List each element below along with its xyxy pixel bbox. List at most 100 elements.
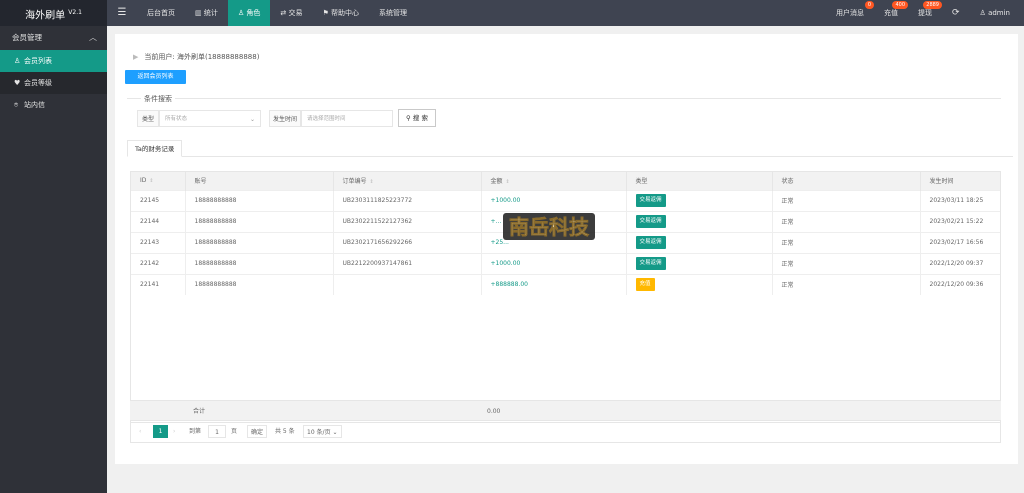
sidebar-item-member-level[interactable]: ♥ 会员等级 (0, 72, 107, 94)
sidebar: 会员管理 ︿ ♙ 会员列表 ♥ 会员等级 ⌾ 站内信 (0, 26, 107, 493)
tab-bar: Ta的财务记录 (127, 140, 1013, 157)
withdraw[interactable]: 提现 2889 (908, 0, 942, 26)
search-fieldset: 条件搜索 类型 所有状态 ⌄ 发生时间 请选择范围时间 ⚲ 搜 索 (127, 94, 1001, 130)
cell-account: 18888888888 (185, 210, 334, 232)
cell-time: 2022/12/20 09:37 (920, 252, 1000, 274)
tab-finance-records[interactable]: Ta的财务记录 (127, 140, 183, 157)
chevron-down-icon: ⌄ (249, 116, 255, 123)
sidebar-item-member-list[interactable]: ♙ 会员列表 (0, 50, 107, 72)
goto-page-input[interactable]: 1 (208, 425, 226, 438)
goto-label: 到第 (189, 428, 202, 435)
recharge[interactable]: 充值 400 (874, 0, 908, 26)
type-tag: 交易返佣 (635, 236, 666, 249)
nav-home-label: 后台首页 (147, 9, 175, 17)
cell-status: 正常 (772, 252, 921, 274)
col-status: 状态 (772, 172, 921, 190)
goto-confirm-button[interactable]: 确定 (247, 425, 268, 438)
cell-time: 2023/02/17 16:56 (920, 231, 1000, 253)
cell-status: 正常 (772, 231, 921, 253)
cell-account: 18888888888 (185, 252, 334, 274)
type-tag: 充值 (635, 278, 655, 292)
cell-order: UB2302171656292266 (333, 231, 482, 253)
cell-status: 正常 (772, 210, 921, 232)
time-range-input[interactable]: 请选择范围时间 (301, 110, 393, 127)
col-type: 类型 (626, 172, 773, 190)
withdraw-label: 提现 (918, 9, 932, 17)
type-select[interactable]: 所有状态 ⌄ (159, 110, 261, 127)
cell-account: 18888888888 (185, 231, 334, 253)
page-unit: 页 (231, 428, 238, 435)
per-page-select[interactable]: 10 条/页 ⌄ (303, 425, 342, 438)
sidebar-group-label: 会员管理 (12, 33, 42, 42)
time-range-placeholder: 请选择范围时间 (307, 116, 346, 122)
col-id[interactable]: ID ⇕ (131, 172, 186, 190)
time-label: 发生时间 (269, 110, 301, 127)
messages-badge: 0 (864, 1, 874, 9)
sidebar-item-label: 会员列表 (24, 57, 52, 65)
type-select-value: 所有状态 (165, 116, 188, 122)
table-row: 22141 18888888888 +888888.00 充值 正常 2022/… (131, 273, 1000, 295)
cell-type: 交易返佣 (626, 189, 773, 211)
sidebar-group-member[interactable]: 会员管理 ︿ (0, 26, 107, 50)
user-icon: ♙ (979, 9, 989, 17)
table-row: 22142 18888888888 UB2212200937147861 +10… (131, 252, 1000, 274)
search-icon: ⚲ (406, 114, 413, 122)
nav-trade[interactable]: ⇄ 交易 (270, 0, 312, 26)
col-amount[interactable]: 金额 ⇕ (481, 172, 627, 190)
breadcrumb-text: 当前用户: 海外刷单(18888888888) (144, 53, 260, 61)
flag-icon: ⚑ (322, 9, 331, 17)
col-order-label: 订单编号 (342, 178, 367, 186)
cell-id: 22143 (131, 231, 186, 253)
cell-time: 2023/02/21 15:22 (920, 210, 1000, 232)
app-logo: 海外刷单 V2.1 (0, 0, 107, 26)
col-order[interactable]: 订单编号 ⇕ (333, 172, 482, 190)
vip-icon: ♥ (14, 79, 21, 87)
type-label: 类型 (137, 110, 159, 127)
user-menu[interactable]: ♙ admin (970, 0, 1024, 26)
sort-icon: ⇕ (149, 178, 154, 185)
watermark-text: 南岳科技 (509, 215, 590, 239)
page-current[interactable]: 1 (153, 425, 168, 438)
cell-type: 充值 (626, 273, 773, 295)
cell-account: 18888888888 (185, 273, 334, 295)
search-button[interactable]: ⚲ 搜 索 (398, 109, 436, 127)
cell-type: 交易返佣 (626, 210, 773, 232)
nav-home[interactable]: 后台首页 (137, 0, 185, 26)
nav-role[interactable]: ♙ 角色 (227, 0, 271, 26)
user-messages[interactable]: 用户消息 0 (826, 0, 874, 26)
cell-amount: +1000.00 (481, 252, 627, 274)
cell-order: UB2302211522127362 (333, 210, 482, 232)
recharge-badge: 400 (892, 1, 908, 9)
search-legend: 条件搜索 (141, 94, 175, 104)
app-version: V2.1 (68, 9, 82, 16)
cell-status: 正常 (772, 273, 921, 295)
sidebar-item-messages[interactable]: ⌾ 站内信 (0, 94, 107, 116)
nav-system[interactable]: 系统管理 (369, 0, 417, 26)
nav-help[interactable]: ⚑ 帮助中心 (312, 0, 369, 26)
next-page-icon[interactable]: › (173, 425, 175, 438)
col-account: 账号 (185, 172, 334, 190)
cell-order: UB2303111825223772 (333, 189, 482, 211)
back-to-member-list-button[interactable]: 返回会员列表 (125, 70, 186, 84)
col-id-label: ID (140, 177, 147, 185)
sidebar-item-label: 站内信 (24, 101, 45, 109)
cell-id: 22142 (131, 252, 186, 274)
prev-page-icon[interactable]: ‹ (139, 425, 141, 438)
type-tag: 交易返佣 (635, 257, 666, 270)
menu-toggle-icon[interactable]: ☰ (107, 0, 137, 26)
chevron-up-icon: ︿ (89, 33, 97, 42)
total-label: 合计 (193, 408, 206, 415)
type-tag: 交易返佣 (635, 215, 666, 228)
cell-id: 22144 (131, 210, 186, 232)
nav-stats-label: 统计 (203, 9, 218, 17)
table-header: ID ⇕ 账号 订单编号 ⇕ 金额 ⇕ 类型 状态 发生时间 (131, 172, 1000, 190)
search-button-label: 搜 索 (412, 114, 428, 122)
col-time: 发生时间 (920, 172, 1000, 190)
stats-icon: ▥ (195, 9, 204, 17)
nav-stats[interactable]: ▥ 统计 (185, 0, 228, 26)
refresh-icon[interactable]: ⟳ (942, 0, 970, 26)
withdraw-badge: 2889 (923, 1, 942, 9)
message-icon: ⌾ (14, 101, 19, 109)
nav-trade-label: 交易 (288, 9, 303, 17)
chevron-down-icon: ⌄ (332, 429, 338, 436)
